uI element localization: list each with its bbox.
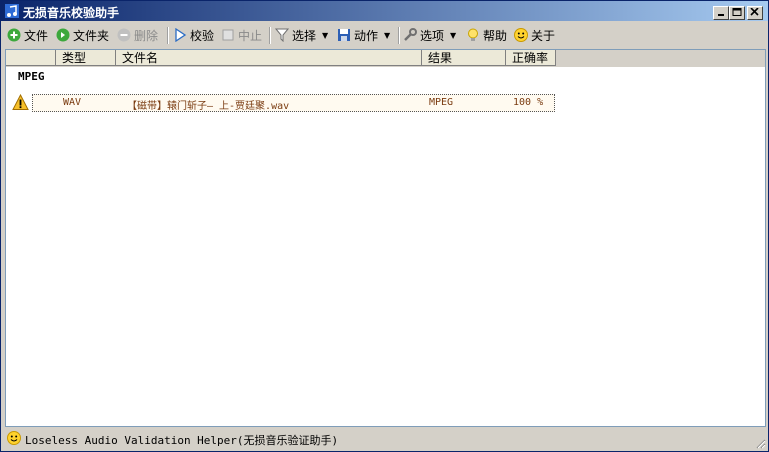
select-label: 选择 [292,28,317,43]
column-header-icon[interactable] [6,50,56,66]
title-bar[interactable]: 无损音乐校验助手 [1,1,768,21]
column-header-result[interactable]: 结果 [422,50,506,66]
smiley-icon [7,431,21,445]
row-filename: 【磁带】辕门斩子— 上-贾廷聚.wav [127,101,290,112]
warning-icon [12,94,29,110]
column-header-accuracy[interactable]: 正确率 [506,50,556,66]
chevron-down-icon: ▼ [384,30,391,40]
window-title: 无损音乐校验助手 [23,6,120,20]
wrench-icon [404,28,417,41]
add-folder-label: 文件夹 [73,28,110,43]
toolbar-separator [398,27,400,44]
status-bar: Loseless Audio Validation Helper(无损音乐验证助… [1,427,768,451]
verify-label: 校验 [190,28,215,43]
status-text: Loseless Audio Validation Helper(无损音乐验证助… [25,434,339,447]
smiley-icon [514,28,528,42]
row-accuracy: 100 % [513,97,544,108]
verify-button[interactable]: 校验 [173,25,214,45]
minimize-button[interactable] [713,6,729,20]
add-icon [7,28,21,42]
chevron-down-icon: ▼ [450,30,457,40]
help-label: 帮助 [483,28,508,43]
close-icon [750,8,759,16]
about-label: 关于 [531,28,556,43]
group-header: MPEG [18,70,45,83]
select-dropdown[interactable]: 选择 ▼ [275,25,328,45]
close-button[interactable] [747,6,763,20]
toolbar-separator [269,27,271,44]
list-header: 类型 文件名 结果 正确率 [6,50,765,67]
stop-label: 中止 [238,28,263,43]
action-dropdown[interactable]: 动作 ▼ [337,25,390,45]
about-button[interactable]: 关于 [514,25,555,45]
chevron-down-icon: ▼ [322,30,329,40]
minimize-icon [718,14,724,16]
stop-button[interactable]: 中止 [221,25,262,45]
play-icon [175,28,187,42]
add-file-button[interactable]: 文件 [7,25,48,45]
add-folder-button[interactable]: 文件夹 [56,25,109,45]
music-note-icon [5,4,19,18]
stop-icon [222,29,234,41]
filter-icon [275,28,289,42]
toolbar-separator [167,27,169,44]
lightbulb-icon [468,28,478,41]
file-list[interactable]: 类型 文件名 结果 正确率 MPEG WAV 【磁带】辕门斩子— 上-贾廷聚.w… [5,49,766,427]
column-header-type[interactable]: 类型 [56,50,116,66]
help-button[interactable]: 帮助 [466,25,507,45]
delete-button[interactable]: 删除 [117,25,158,45]
options-label: 选项 [420,28,445,43]
app-window: 无损音乐校验助手 文件 文件夹 删除 校验 中止 选择 ▼ 动作 ▼ 选项 ▼ … [0,0,769,452]
row-type: WAV [63,97,82,108]
toolbar: 文件 文件夹 删除 校验 中止 选择 ▼ 动作 ▼ 选项 ▼ 帮助 关于 [1,23,768,47]
add-file-label: 文件 [24,28,49,43]
options-dropdown[interactable]: 选项 ▼ [403,25,456,45]
column-header-filename[interactable]: 文件名 [116,50,422,66]
maximize-button[interactable] [729,6,745,20]
action-label: 动作 [354,28,379,43]
save-icon [338,29,350,41]
resize-grip-icon[interactable] [754,437,766,449]
table-row[interactable]: WAV 【磁带】辕门斩子— 上-贾廷聚.wav MPEG 100 % [32,94,555,112]
maximize-icon [732,8,742,16]
delete-icon [117,28,131,42]
add-folder-icon [56,28,70,42]
delete-label: 删除 [134,28,159,43]
row-result: MPEG [429,97,454,108]
